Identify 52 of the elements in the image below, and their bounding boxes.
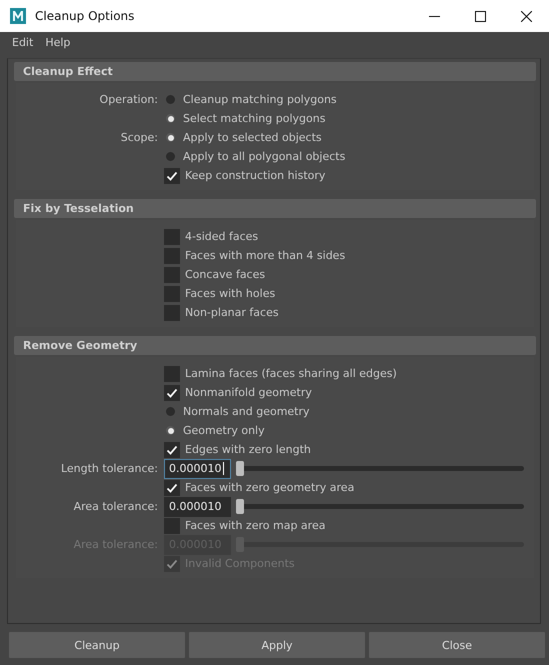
checkbox[interactable] [164, 366, 180, 382]
radio-label[interactable]: Select matching polygons [183, 112, 326, 125]
radio-button[interactable] [166, 95, 175, 104]
checkbox-label[interactable]: Keep construction history [185, 169, 326, 182]
checkbox[interactable] [164, 518, 180, 534]
checkbox[interactable] [164, 266, 180, 282]
menu-item[interactable]: Edit [6, 36, 40, 48]
radio-label[interactable]: Geometry only [183, 424, 265, 437]
radio-button[interactable] [166, 114, 175, 123]
radio-label[interactable]: Normals and geometry [183, 405, 310, 418]
radio-label[interactable]: Cleanup matching polygons [183, 93, 337, 106]
checkbox-label[interactable]: Nonmanifold geometry [185, 386, 312, 399]
checkbox[interactable] [164, 248, 180, 264]
checkbox-label[interactable]: Faces with holes [185, 287, 276, 300]
checkbox[interactable] [164, 168, 180, 184]
field-label: Scope: [120, 131, 158, 144]
slider-handle[interactable] [236, 499, 244, 514]
dialog-button[interactable]: Cleanup [9, 632, 185, 658]
checkbox-label[interactable]: Faces with zero geometry area [185, 481, 354, 494]
field-label: Operation: [100, 93, 158, 106]
checkbox[interactable] [164, 442, 180, 458]
checkbox-label[interactable]: 4-sided faces [185, 230, 258, 243]
checkbox-label[interactable]: Edges with zero length [185, 443, 311, 456]
checkbox[interactable] [164, 228, 180, 244]
checkbox-label[interactable]: Faces with zero map area [185, 519, 326, 532]
checkbox[interactable] [164, 286, 180, 302]
checkbox-label[interactable]: Concave faces [185, 268, 266, 281]
radio-label[interactable]: Apply to all polygonal objects [183, 150, 346, 163]
checkbox[interactable] [164, 304, 180, 320]
radio-button[interactable] [166, 133, 175, 142]
input-field[interactable]: 0.000010 [164, 458, 231, 478]
radio-button[interactable] [166, 407, 175, 416]
field-label: Area tolerance: [74, 500, 158, 513]
input-field[interactable]: 0.000010 [164, 496, 231, 516]
section-header[interactable]: Fix by Tesselation [14, 199, 536, 218]
radio-label[interactable]: Apply to selected objects [183, 131, 322, 144]
checkbox-label[interactable]: Non-planar faces [185, 306, 279, 319]
section-header[interactable]: Cleanup Effect [14, 62, 536, 81]
radio-button[interactable] [166, 152, 175, 161]
checkbox-label[interactable]: Lamina faces (faces sharing all edges) [185, 367, 397, 380]
checkbox[interactable] [164, 480, 180, 496]
field-label: Length tolerance: [60, 462, 158, 475]
menu-item[interactable]: Help [39, 36, 76, 48]
checkbox-label[interactable]: Faces with more than 4 sides [185, 249, 346, 262]
radio-button[interactable] [166, 426, 175, 435]
slider-handle[interactable] [236, 461, 244, 476]
checkbox[interactable] [164, 384, 180, 400]
section-header[interactable]: Remove Geometry [14, 336, 536, 355]
dialog-button[interactable]: Apply [189, 632, 365, 658]
window-title: Cleanup Options [35, 9, 136, 23]
dialog-button[interactable]: Close [369, 632, 545, 658]
app-logo-icon [10, 8, 26, 24]
